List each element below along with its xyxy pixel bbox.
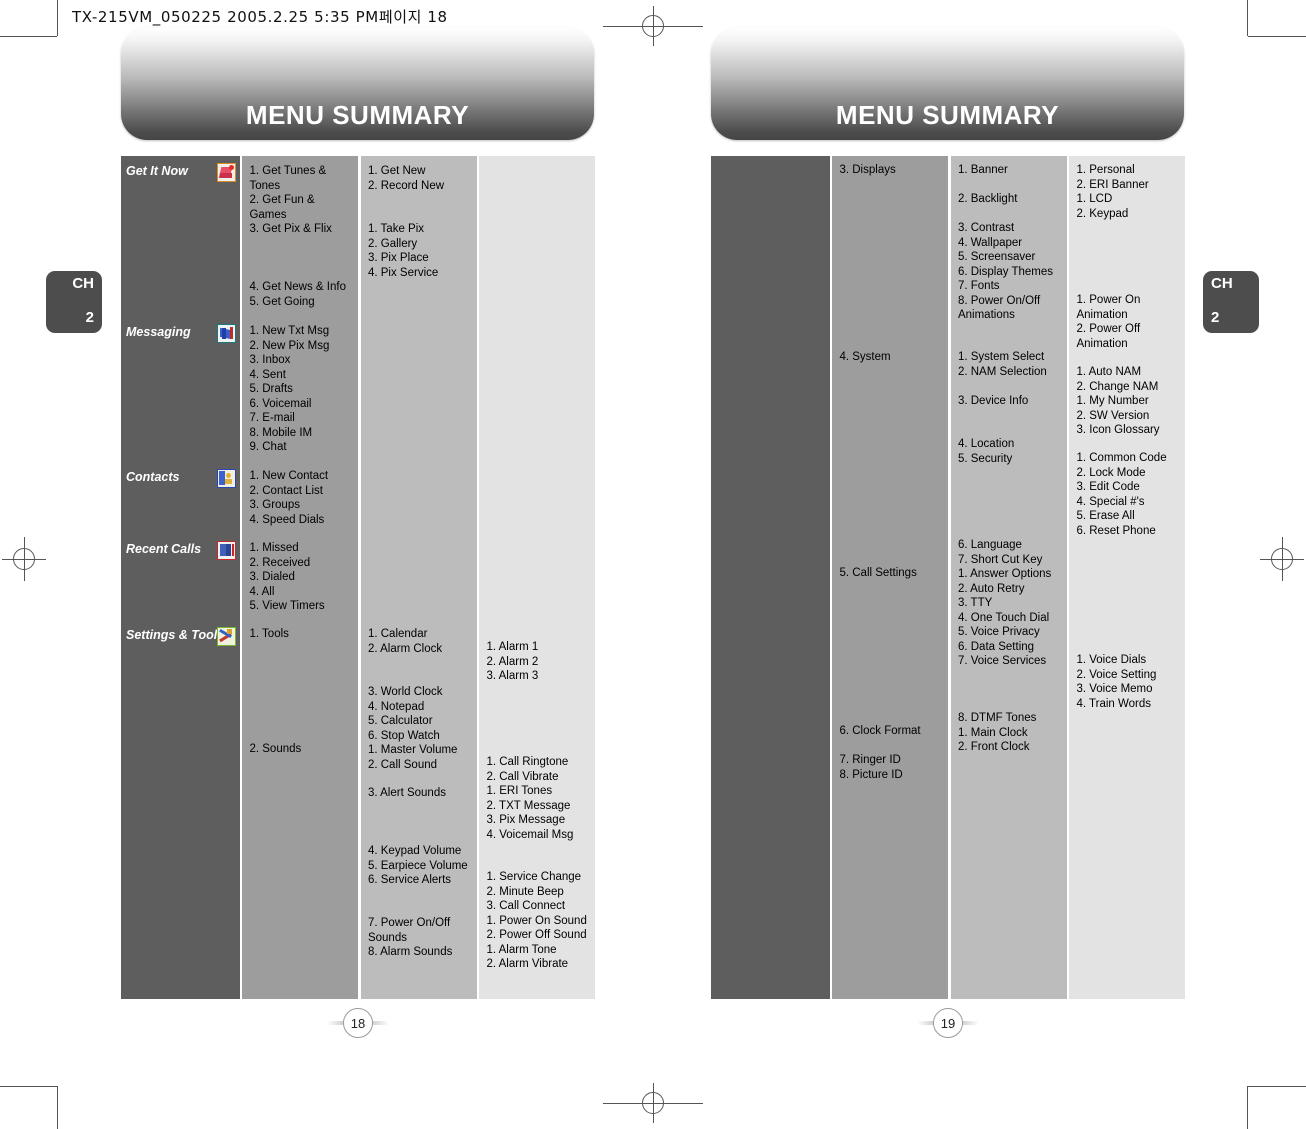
contacts-icon (217, 469, 236, 488)
menu-block-tools: 1. Tools (249, 628, 289, 640)
menu-block-sounds: 2. Sounds (249, 743, 302, 755)
right-folio-number: 19 (933, 1008, 963, 1038)
subsub-alarms: 1. Alarm 1 2. Alarm 2 3. Alarm 3 (486, 641, 539, 682)
right-level2-column: 1. Banner 2. Backlight 3. Contrast 4. Wa… (950, 156, 1067, 999)
category-label-settings-tools: Settings & Tools (126, 628, 225, 642)
menu-block-get-it-now-b: 4. Get News & Info 5. Get Going (249, 281, 346, 308)
recent-calls-icon (217, 541, 236, 560)
get-it-now-icon (217, 163, 236, 182)
left-level1-column: 1. Get Tunes & Tones 2. Get Fun & Games … (242, 156, 358, 999)
subsub-call-sounds: 1. Call Ringtone 2. Call Vibrate 1. ERI … (486, 756, 574, 841)
menu-block-clock-format: 6. Clock Format (839, 725, 921, 737)
menu-block-displays: 3. Displays (839, 164, 896, 176)
submenu-get-pix-flix: 1. Take Pix 2. Gallery 3. Pix Place 4. P… (367, 223, 439, 279)
page-spread: TX-215VM_050225 2005.2.25 5:35 PM페이지 18 … (0, 0, 1306, 1129)
left-category-column: Get It Now Messaging Contacts Recent Cal… (121, 156, 240, 999)
right-menu-grid: 3. Displays 4. System 5. Call Settings 6… (711, 156, 1185, 999)
submenu-banner: 1. Banner (957, 164, 1008, 176)
submenu-display-rest: 3. Contrast 4. Wallpaper 5. Screensaver … (957, 222, 1053, 321)
left-page-folio: 18 (326, 1008, 390, 1038)
category-label-recent-calls: Recent Calls (126, 542, 202, 556)
right-page: MENU SUMMARY CH 2 3. Displays 4. System … (653, 0, 1306, 1129)
left-menu-grid: Get It Now Messaging Contacts Recent Cal… (121, 156, 595, 999)
submenu-alert-sounds: 3. Alert Sounds (367, 787, 446, 799)
menu-block-system: 4. System (839, 351, 891, 363)
right-level1-column: 3. Displays 4. System 5. Call Settings 6… (832, 156, 948, 999)
menu-block-recent-calls: 1. Missed 2. Received 3. Dialed 4. All 5… (249, 542, 325, 612)
submenu-tools-b: 3. World Clock 4. Notepad 5. Calculator … (367, 686, 458, 771)
right-level3-column: 1. Personal 2. ERI Banner 1. LCD 2. Keyp… (1069, 156, 1185, 999)
right-page-folio: 19 (916, 1008, 980, 1038)
subsub-voice-services: 1. Voice Dials 2. Voice Setting 3. Voice… (1076, 654, 1157, 710)
right-chapter-label: CH (1211, 275, 1233, 292)
messaging-icon (217, 324, 236, 343)
left-page-banner: MENU SUMMARY (121, 28, 594, 140)
menu-block-contacts: 1. New Contact 2. Contact List 3. Groups… (249, 470, 329, 526)
subsub-power-animations: 1. Power On Animation 2. Power Off Anima… (1076, 294, 1141, 350)
subsub-service-alerts: 1. Service Change 2. Minute Beep 3. Call… (486, 871, 587, 970)
submenu-power-alarm: 7. Power On/Off Sounds 8. Alarm Sounds (367, 917, 453, 958)
left-chapter-label: CH (72, 275, 94, 292)
left-banner-title: MENU SUMMARY (245, 100, 470, 130)
submenu-tools-a: 1. Calendar 2. Alarm Clock (367, 628, 443, 655)
submenu-dtmf-clock: 8. DTMF Tones 1. Main Clock 2. Front Clo… (957, 712, 1037, 753)
left-level3-column: 1. Alarm 1 2. Alarm 2 3. Alarm 3 1. Call… (479, 156, 595, 999)
menu-block-call-settings: 5. Call Settings (839, 567, 917, 579)
menu-block-messaging: 1. New Txt Msg 2. New Pix Msg 3. Inbox 4… (249, 325, 330, 453)
submenu-volumes: 4. Keypad Volume 5. Earpiece Volume 6. S… (367, 845, 468, 886)
right-spacer-column (711, 156, 830, 999)
category-label-contacts: Contacts (126, 470, 180, 484)
left-page: MENU SUMMARY CH 2 Get It Now Messaging C… (0, 0, 653, 1129)
menu-block-ringer-picture-id: 7. Ringer ID 8. Picture ID (839, 754, 903, 781)
subsub-security: 1. Common Code 2. Lock Mode 3. Edit Code… (1076, 452, 1167, 537)
right-chapter-number: 2 (1211, 309, 1220, 326)
left-level2-column: 1. Get New 2. Record New 1. Take Pix 2. … (360, 156, 477, 999)
submenu-call-settings: 6. Language 7. Short Cut Key 1. Answer O… (957, 539, 1052, 667)
left-chapter-number: 2 (85, 309, 94, 326)
submenu-location-security: 4. Location 5. Security (957, 438, 1015, 465)
left-folio-number: 18 (343, 1008, 373, 1038)
category-label-get-it-now: Get It Now (126, 164, 188, 178)
submenu-backlight: 2. Backlight (957, 193, 1018, 205)
settings-tools-icon (217, 627, 236, 646)
subsub-banner-backlight: 1. Personal 2. ERI Banner 1. LCD 2. Keyp… (1076, 164, 1149, 220)
submenu-get-tunes: 1. Get New 2. Record New (367, 165, 445, 192)
submenu-system-select: 1. System Select 2. NAM Selection (957, 351, 1047, 378)
right-page-banner: MENU SUMMARY (711, 28, 1184, 140)
submenu-device-info: 3. Device Info (957, 395, 1029, 407)
category-label-messaging: Messaging (126, 325, 191, 339)
right-banner-title: MENU SUMMARY (835, 100, 1060, 130)
left-chapter-tab: CH 2 (46, 271, 102, 333)
right-chapter-tab: CH 2 (1203, 271, 1259, 333)
menu-block-get-it-now-a: 1. Get Tunes & Tones 2. Get Fun & Games … (249, 165, 332, 235)
subsub-nam-device: 1. Auto NAM 2. Change NAM 1. My Number 2… (1076, 366, 1160, 436)
